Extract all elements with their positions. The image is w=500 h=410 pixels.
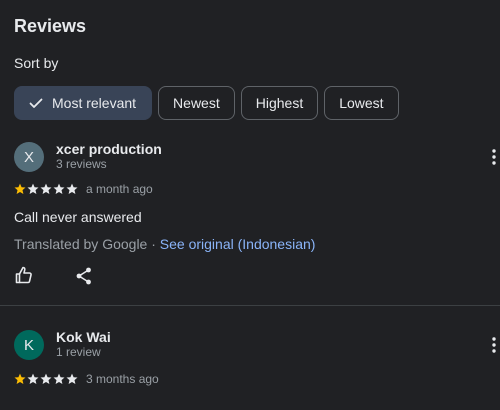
- review-divider: [0, 305, 500, 306]
- sort-most-relevant-label: Most relevant: [52, 95, 137, 111]
- reviewer-review-count: 3 reviews: [56, 157, 107, 171]
- star-empty-icon: [53, 373, 65, 384]
- star-rating: [14, 183, 78, 195]
- rating-row: 3 months ago: [14, 371, 159, 387]
- star-filled-icon: [14, 373, 26, 384]
- translated-by-label: Translated by Google ·: [14, 236, 160, 252]
- star-rating: [14, 373, 78, 385]
- check-icon: [29, 98, 43, 108]
- star-empty-icon: [53, 183, 65, 194]
- star-empty-icon: [27, 183, 39, 194]
- star-empty-icon: [66, 373, 78, 384]
- sort-most-relevant-chip[interactable]: Most relevant: [14, 86, 153, 120]
- translation-note: Translated by Google · See original (Ind…: [14, 236, 315, 252]
- sort-options: Most relevant Newest Highest Lowest: [14, 86, 399, 120]
- star-empty-icon: [40, 183, 52, 194]
- sort-by-label: Sort by: [14, 55, 59, 71]
- see-original-link[interactable]: See original (Indonesian): [160, 236, 316, 252]
- rating-row: a month ago: [14, 181, 153, 197]
- sort-highest-chip[interactable]: Highest: [240, 86, 319, 120]
- share-icon[interactable]: [74, 266, 94, 286]
- reviewer-name[interactable]: Kok Wai: [56, 329, 111, 345]
- sort-newest-label: Newest: [173, 95, 220, 111]
- review-time: 3 months ago: [86, 372, 159, 386]
- reviews-title: Reviews: [14, 16, 87, 36]
- sort-newest-chip[interactable]: Newest: [158, 86, 235, 120]
- reviews-panel: Reviews Sort by Most relevant Newest Hig…: [0, 0, 500, 410]
- sort-highest-label: Highest: [255, 95, 304, 111]
- review-text: Call never answered: [14, 209, 142, 225]
- star-empty-icon: [66, 183, 78, 194]
- more-vert-icon[interactable]: [490, 336, 498, 354]
- star-empty-icon: [27, 373, 39, 384]
- sort-lowest-label: Lowest: [339, 95, 384, 111]
- more-vert-icon[interactable]: [490, 148, 498, 166]
- star-filled-icon: [14, 183, 26, 194]
- star-empty-icon: [40, 373, 52, 384]
- thumb-up-icon[interactable]: [14, 265, 34, 285]
- review-time: a month ago: [86, 182, 153, 196]
- reviewer-review-count: 1 review: [56, 345, 101, 359]
- reviewer-name[interactable]: xcer production: [56, 141, 162, 157]
- avatar[interactable]: K: [14, 330, 44, 360]
- sort-lowest-chip[interactable]: Lowest: [324, 86, 399, 120]
- avatar[interactable]: X: [14, 142, 44, 172]
